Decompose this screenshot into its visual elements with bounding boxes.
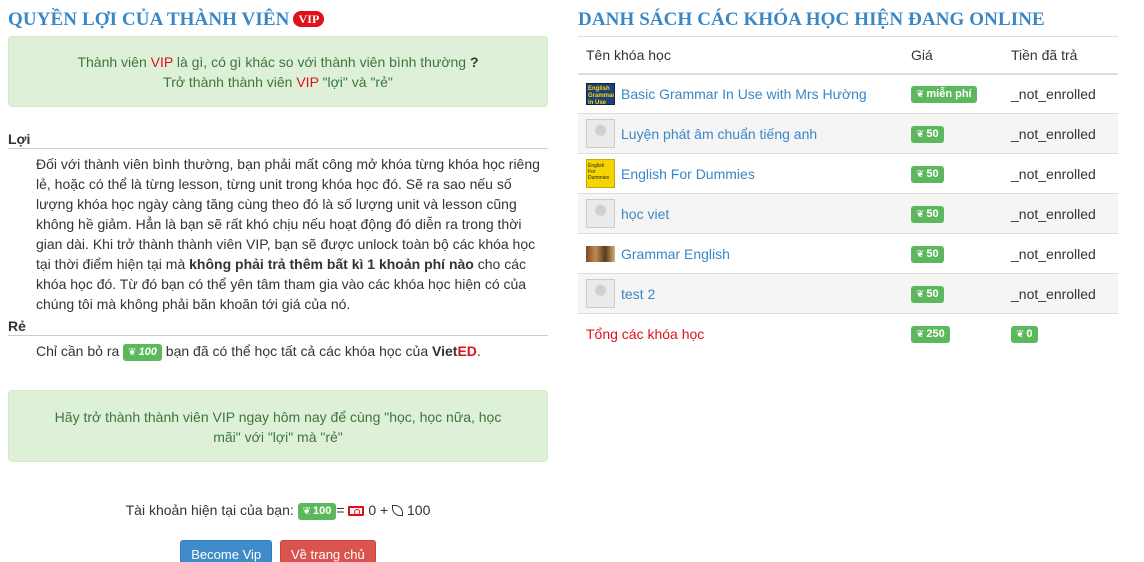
alert-line-1: Thành viên VIP là gì, có gì khác so với …	[77, 54, 479, 70]
table-row: học viet ❦ 50 _not_enrolled	[578, 193, 1118, 234]
course-link[interactable]: English For Dummies	[621, 166, 755, 182]
course-thumbnail[interactable]: English For Dummies	[586, 159, 615, 188]
total-paid-badge: ❦ 0	[1011, 325, 1038, 343]
benefits-title: Quyền lợi của thành viên	[8, 9, 290, 30]
account-balance: Tài khoản hiện tại của bạn: ❦ 100 = 0 + 10…	[125, 502, 431, 520]
coin-badge: ❦ 100	[123, 344, 162, 361]
alert-line-2: Trở thành thành viên VIP "lợi" và "rẻ"	[163, 74, 393, 90]
leaf-icon: ❦	[1016, 328, 1025, 340]
table-row: English Grammar in Use Basic Grammar In U…	[578, 73, 1118, 114]
leaf-icon: ❦	[916, 128, 925, 140]
vip-benefits-panel: Quyền lợi của thành viên VIP Thành viên V…	[8, 0, 548, 562]
benefit-heading-loi: Lợi	[8, 129, 548, 149]
benefit-paragraph-loi: Đối với thành viên bình thường, bạn phải…	[36, 156, 540, 312]
total-row: Tổng các khóa học ❦ 250 ❦ 0	[578, 313, 1118, 354]
leaf-icon: ❦	[916, 88, 925, 100]
column-header-price: Giá	[903, 36, 1003, 75]
vip-intro-alert: Thành viên VIP là gì, có gì khác so với …	[8, 36, 548, 107]
total-price-badge: ❦ 250	[911, 325, 950, 343]
action-buttons: Become Vip Về trang chủ	[8, 540, 548, 562]
leaf-icon: ❦	[916, 288, 925, 300]
course-thumbnail[interactable]	[586, 199, 615, 228]
course-link[interactable]: học viet	[621, 206, 669, 222]
leaf-icon: ❦	[916, 168, 925, 180]
online-courses-panel: Danh sách các khóa học hiện đang online …	[578, 0, 1118, 354]
column-header-course: Tên khóa học	[578, 36, 903, 75]
course-thumbnail[interactable]	[586, 279, 615, 308]
course-thumbnail[interactable]: English Grammar in Use	[586, 82, 615, 105]
account-coin-badge: ❦ 100	[297, 503, 337, 520]
price-badge: ❦ 50	[911, 245, 944, 263]
cta-alert: Hãy trở thành thành viên VIP ngay hôm na…	[8, 390, 548, 462]
paid-value: _not_enrolled	[1003, 273, 1118, 314]
paid-value: _not_enrolled	[1003, 193, 1118, 234]
paid-value: _not_enrolled	[1003, 153, 1118, 194]
benefit-paragraph-re: Chỉ cần bỏ ra ❦ 100 bạn đã có thể học tất…	[36, 343, 481, 361]
price-badge: ❦ miễn phí	[911, 85, 977, 103]
course-thumbnail[interactable]	[586, 245, 615, 262]
brand-name: VietED	[432, 343, 477, 359]
course-thumbnail[interactable]	[586, 119, 615, 148]
benefit-heading-re: Rẻ	[8, 316, 548, 336]
courses-table: Tên khóa học Giá Tiền đã trả English Gra…	[578, 36, 1118, 354]
paid-value: _not_enrolled	[1003, 113, 1118, 154]
course-link[interactable]: Luyện phát âm chuẩn tiếng anh	[621, 126, 817, 142]
home-button[interactable]: Về trang chủ	[280, 540, 376, 562]
page-title: Quyền lợi của thành viên VIP	[8, 9, 548, 31]
courses-title: Danh sách các khóa học hiện đang online	[578, 9, 1045, 30]
leaf-icon: ❦	[302, 506, 312, 517]
course-link[interactable]: test 2	[621, 286, 655, 302]
price-badge: ❦ 50	[911, 205, 944, 223]
course-link[interactable]: Basic Grammar In Use with Mrs Hường	[621, 86, 867, 102]
total-label: Tổng các khóa học	[578, 313, 903, 354]
table-row: Luyện phát âm chuẩn tiếng anh ❦ 50 _not_e…	[578, 113, 1118, 154]
leaf-icon: ❦	[916, 328, 925, 340]
price-badge: ❦ 50	[911, 285, 944, 303]
leaf-icon: ❦	[916, 248, 925, 260]
course-link[interactable]: Grammar English	[621, 246, 730, 262]
paid-value: _not_enrolled	[1003, 73, 1118, 114]
price-badge: ❦ 50	[911, 165, 944, 183]
paid-value: _not_enrolled	[1003, 233, 1118, 274]
money-bill-icon	[348, 506, 365, 516]
table-row: English For Dummies English For Dummies ❦…	[578, 153, 1118, 194]
price-badge: ❦ 50	[911, 125, 944, 143]
vip-badge: VIP	[293, 11, 325, 27]
table-header-row: Tên khóa học Giá Tiền đã trả	[578, 36, 1118, 75]
leaf-outline-icon	[392, 505, 404, 516]
become-vip-button[interactable]: Become Vip	[180, 540, 273, 562]
table-row: Grammar English ❦ 50 _not_enrolled	[578, 233, 1118, 274]
column-header-paid: Tiền đã trả	[1003, 36, 1118, 75]
table-row: test 2 ❦ 50 _not_enrolled	[578, 273, 1118, 314]
leaf-icon: ❦	[128, 347, 137, 358]
leaf-icon: ❦	[916, 208, 925, 220]
